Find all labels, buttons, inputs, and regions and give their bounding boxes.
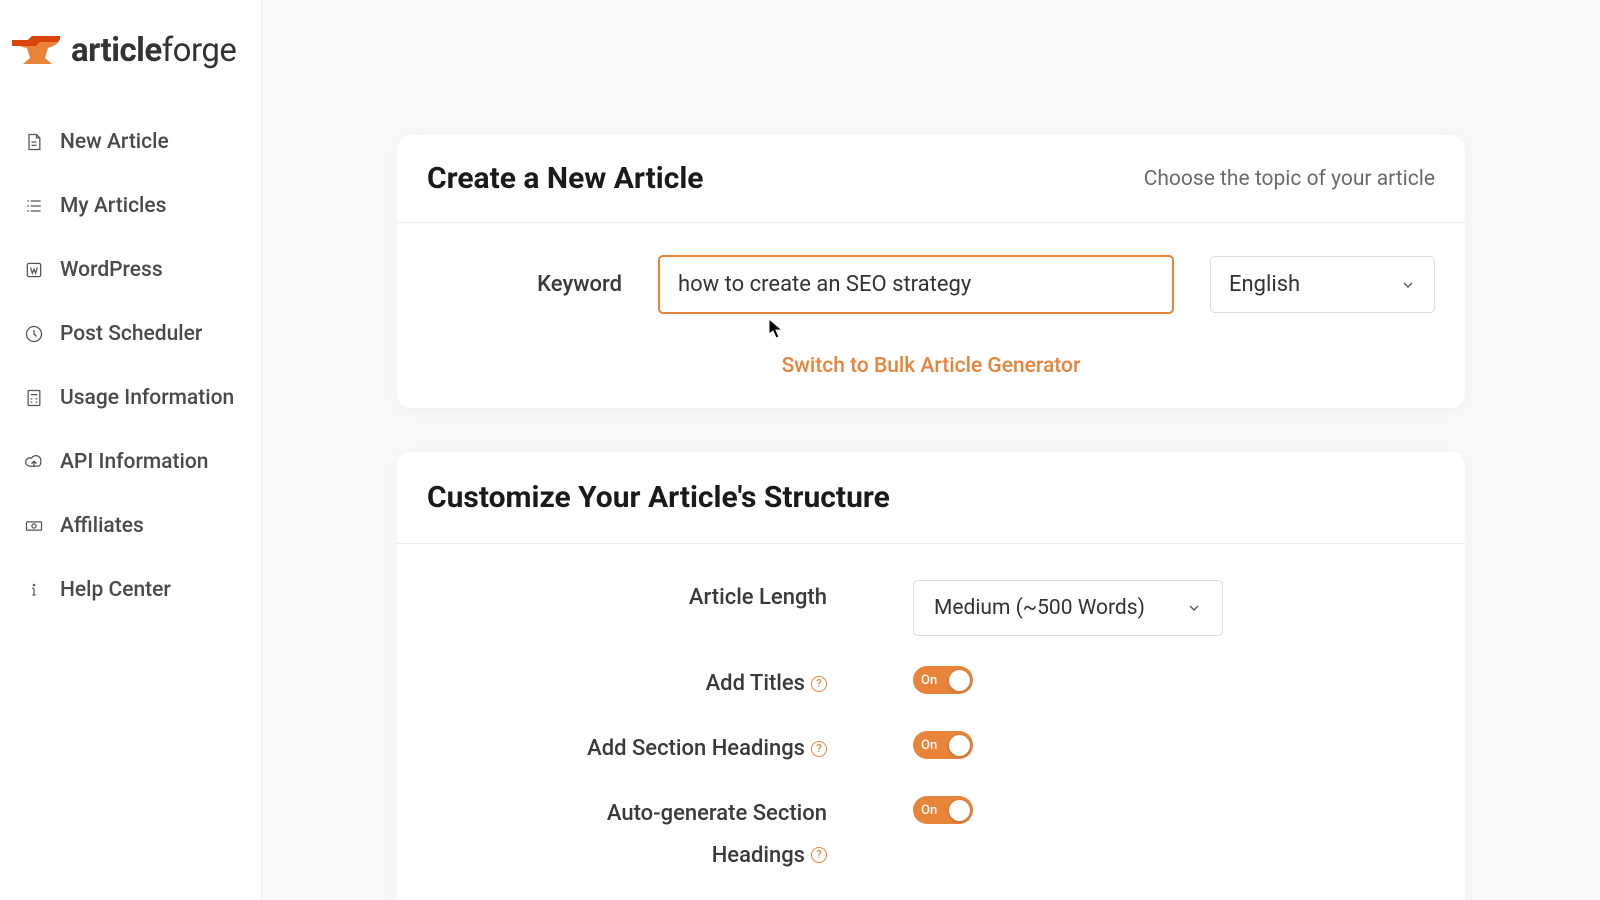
cloud-icon bbox=[24, 452, 44, 472]
toggle-knob bbox=[949, 800, 970, 821]
bulk-generator-link[interactable]: Switch to Bulk Article Generator bbox=[427, 354, 1435, 378]
sidebar: articleforge New Article My Articles Wor… bbox=[0, 0, 262, 900]
keyword-label: Keyword bbox=[427, 272, 622, 297]
sidebar-item-affiliates[interactable]: Affiliates bbox=[0, 494, 261, 558]
customize-structure-card: Customize Your Article's Structure Artic… bbox=[397, 452, 1465, 900]
sidebar-item-label: API Information bbox=[60, 450, 208, 474]
toggle-knob bbox=[949, 735, 970, 756]
section-title: Customize Your Article's Structure bbox=[427, 480, 1435, 515]
auto-generate-headings-toggle[interactable]: On bbox=[913, 796, 973, 824]
sidebar-item-label: New Article bbox=[60, 130, 169, 154]
sidebar-item-label: Post Scheduler bbox=[60, 322, 202, 346]
article-length-value: Medium (~500 Words) bbox=[934, 596, 1145, 620]
help-icon[interactable]: ? bbox=[811, 741, 827, 757]
wordpress-icon bbox=[24, 260, 44, 280]
chevron-down-icon bbox=[1186, 600, 1202, 616]
chevron-down-icon bbox=[1400, 277, 1416, 293]
language-select[interactable]: English bbox=[1210, 256, 1435, 313]
calculator-icon bbox=[24, 388, 44, 408]
sidebar-item-usage-information[interactable]: Usage Information bbox=[0, 366, 261, 430]
help-icon[interactable]: ? bbox=[811, 847, 827, 863]
article-length-select[interactable]: Medium (~500 Words) bbox=[913, 580, 1223, 636]
page-subtitle: Choose the topic of your article bbox=[1144, 167, 1435, 191]
sidebar-item-api-information[interactable]: API Information bbox=[0, 430, 261, 494]
sidebar-item-help-center[interactable]: Help Center bbox=[0, 558, 261, 622]
page-title: Create a New Article bbox=[427, 161, 704, 196]
document-icon bbox=[24, 132, 44, 152]
sidebar-item-my-articles[interactable]: My Articles bbox=[0, 174, 261, 238]
help-icon[interactable]: ? bbox=[811, 676, 827, 692]
card-header: Customize Your Article's Structure bbox=[397, 452, 1465, 544]
add-titles-label: Add Titles ? bbox=[427, 666, 827, 701]
sidebar-item-new-article[interactable]: New Article bbox=[0, 110, 261, 174]
add-titles-toggle[interactable]: On bbox=[913, 666, 973, 694]
logo[interactable]: articleforge bbox=[0, 30, 261, 110]
auto-generate-headings-label: Auto-generate Section Headings ? bbox=[427, 796, 827, 872]
toggle-knob bbox=[949, 670, 970, 691]
keyword-input[interactable] bbox=[658, 255, 1174, 314]
sidebar-item-label: Help Center bbox=[60, 578, 171, 602]
sidebar-item-label: Affiliates bbox=[60, 514, 144, 538]
list-icon bbox=[24, 196, 44, 216]
language-value: English bbox=[1229, 272, 1300, 297]
create-article-card: Create a New Article Choose the topic of… bbox=[397, 135, 1465, 408]
card-header: Create a New Article Choose the topic of… bbox=[397, 135, 1465, 223]
money-icon bbox=[24, 516, 44, 536]
anvil-icon bbox=[10, 30, 65, 70]
add-section-headings-toggle[interactable]: On bbox=[913, 731, 973, 759]
sidebar-item-label: Usage Information bbox=[60, 386, 234, 410]
info-icon bbox=[24, 580, 44, 600]
sidebar-item-label: My Articles bbox=[60, 194, 166, 218]
sidebar-item-label: WordPress bbox=[60, 258, 163, 282]
sidebar-item-wordpress[interactable]: WordPress bbox=[0, 238, 261, 302]
sidebar-item-post-scheduler[interactable]: Post Scheduler bbox=[0, 302, 261, 366]
nav-list: New Article My Articles WordPress Post S… bbox=[0, 110, 261, 622]
article-length-label: Article Length bbox=[427, 580, 827, 615]
main-content: Create a New Article Choose the topic of… bbox=[262, 0, 1600, 900]
add-section-headings-label: Add Section Headings ? bbox=[427, 731, 827, 766]
clock-icon bbox=[24, 324, 44, 344]
logo-text: articleforge bbox=[71, 31, 236, 70]
